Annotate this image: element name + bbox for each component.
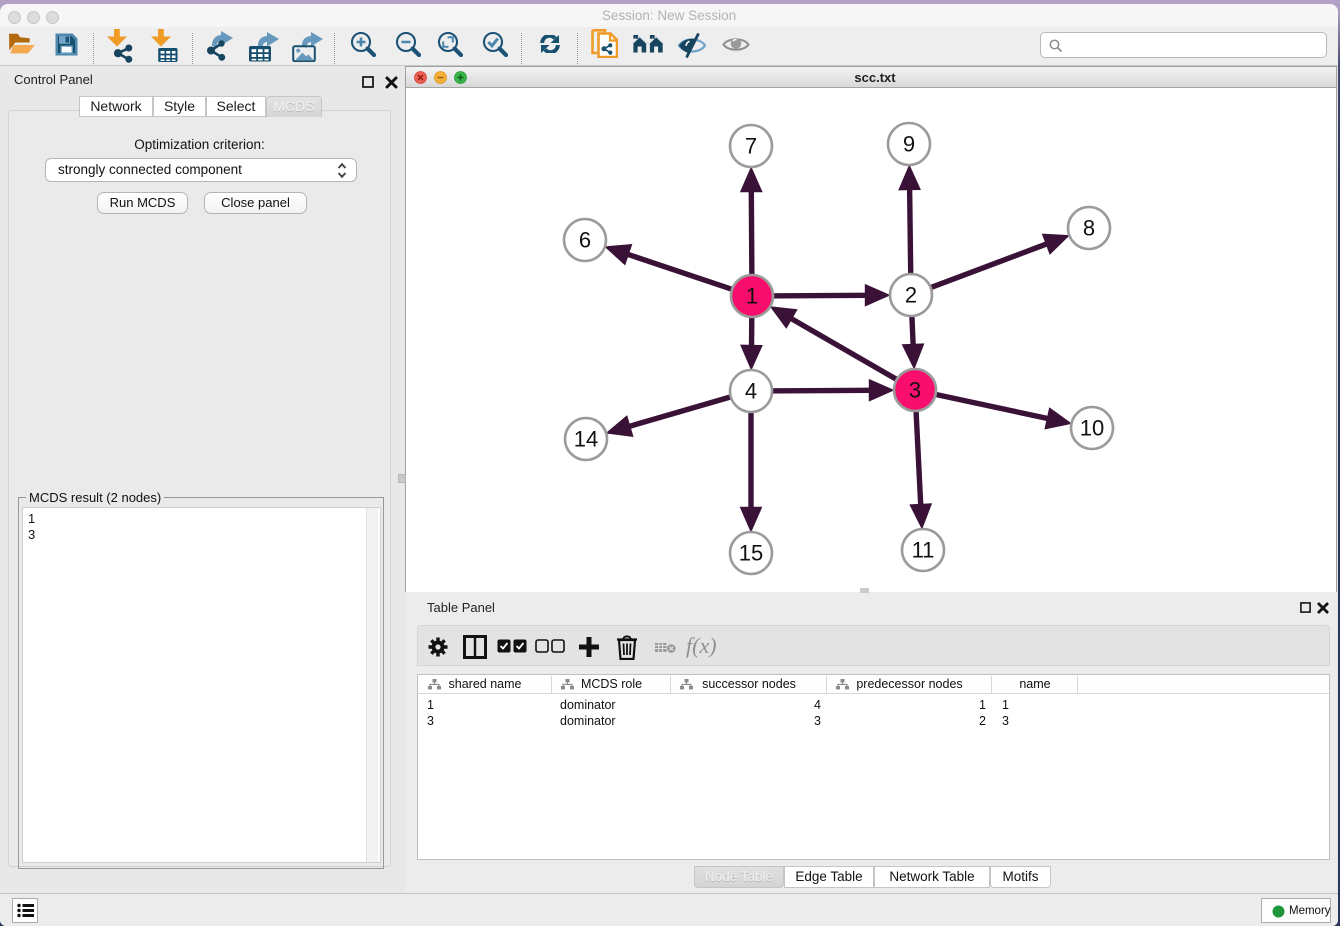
svg-text:3: 3 [909, 378, 921, 403]
svg-text:15: 15 [739, 541, 763, 566]
svg-text:11: 11 [912, 538, 935, 563]
svg-text:4: 4 [745, 379, 757, 404]
svg-text:2: 2 [905, 283, 917, 308]
svg-text:14: 14 [574, 427, 598, 452]
svg-text:1: 1 [746, 284, 758, 309]
svg-text:7: 7 [745, 134, 757, 159]
svg-text:9: 9 [903, 132, 915, 157]
svg-text:6: 6 [579, 228, 591, 253]
svg-text:8: 8 [1083, 216, 1095, 241]
svg-text:10: 10 [1080, 416, 1104, 441]
